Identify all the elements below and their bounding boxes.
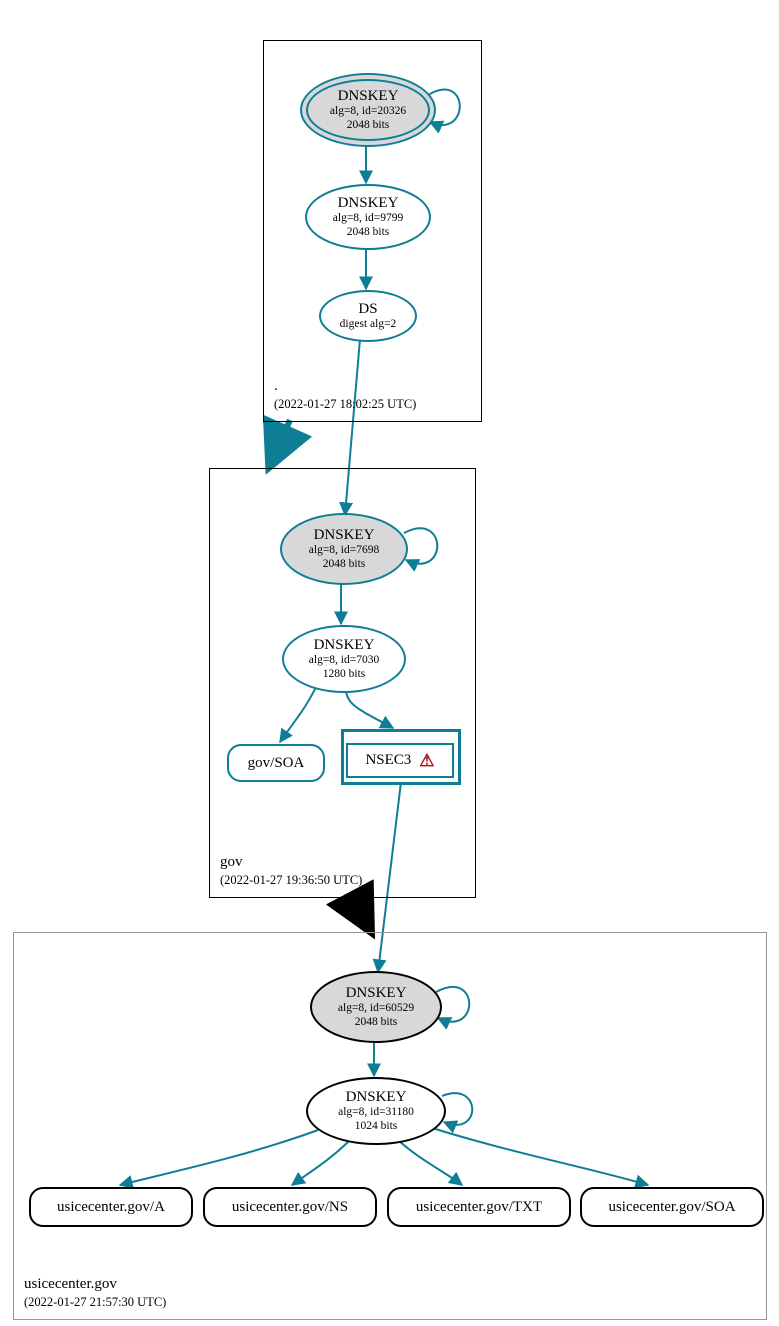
root-ds: DS digest alg=2 bbox=[319, 290, 417, 342]
node-sub: 1280 bits bbox=[323, 668, 366, 681]
leaf-ksk-dnskey: DNSKEY alg=8, id=60529 2048 bits bbox=[310, 971, 442, 1043]
node-title: DNSKEY bbox=[338, 88, 399, 105]
node-title: DNSKEY bbox=[346, 1089, 407, 1106]
dnssec-diagram: . (2022-01-27 18:02:25 UTC) DNSKEY alg=8… bbox=[0, 0, 779, 1326]
zone-root-label: . (2022-01-27 18:02:25 UTC) bbox=[274, 376, 416, 413]
rr-label: usicecenter.gov/NS bbox=[232, 1199, 348, 1216]
zone-root-timestamp: (2022-01-27 18:02:25 UTC) bbox=[274, 396, 416, 413]
nsec3-label: NSEC3 bbox=[365, 752, 411, 769]
node-sub: alg=8, id=7698 bbox=[309, 544, 379, 557]
zone-gov-label: gov (2022-01-27 19:36:50 UTC) bbox=[220, 852, 362, 889]
gov-soa-rr: gov/SOA bbox=[227, 744, 325, 782]
node-title: DNSKEY bbox=[314, 527, 375, 544]
rr-label: usicecenter.gov/A bbox=[57, 1199, 165, 1216]
warning-icon: ⚠ bbox=[419, 751, 434, 771]
gov-zsk-dnskey: DNSKEY alg=8, id=7030 1280 bits bbox=[282, 625, 406, 693]
leaf-ns-rr: usicecenter.gov/NS bbox=[203, 1187, 377, 1227]
node-sub: alg=8, id=31180 bbox=[338, 1106, 414, 1119]
node-title: DNSKEY bbox=[314, 637, 375, 654]
node-sub: 2048 bits bbox=[323, 558, 366, 571]
rr-label: usicecenter.gov/SOA bbox=[608, 1199, 735, 1216]
rr-label: usicecenter.gov/TXT bbox=[416, 1199, 542, 1216]
leaf-a-rr: usicecenter.gov/A bbox=[29, 1187, 193, 1227]
zone-gov-name: gov bbox=[220, 852, 362, 872]
leaf-soa-rr: usicecenter.gov/SOA bbox=[580, 1187, 764, 1227]
zone-leaf-label: usicecenter.gov (2022-01-27 21:57:30 UTC… bbox=[24, 1274, 166, 1311]
gov-nsec3: NSEC3 ⚠ bbox=[341, 729, 461, 785]
nsec3-inner: NSEC3 ⚠ bbox=[346, 743, 454, 778]
node-title: DS bbox=[358, 301, 377, 318]
zone-leaf-name: usicecenter.gov bbox=[24, 1274, 166, 1294]
rr-label: gov/SOA bbox=[248, 755, 305, 772]
leaf-txt-rr: usicecenter.gov/TXT bbox=[387, 1187, 571, 1227]
node-sub: alg=8, id=9799 bbox=[333, 212, 403, 225]
root-ksk-dnskey: DNSKEY alg=8, id=20326 2048 bits bbox=[300, 73, 436, 147]
node-title: DNSKEY bbox=[346, 985, 407, 1002]
gov-ksk-dnskey: DNSKEY alg=8, id=7698 2048 bits bbox=[280, 513, 408, 585]
node-title: DNSKEY bbox=[338, 195, 399, 212]
zone-leaf-timestamp: (2022-01-27 21:57:30 UTC) bbox=[24, 1294, 166, 1311]
node-sub: 1024 bits bbox=[355, 1120, 398, 1133]
root-zsk-dnskey: DNSKEY alg=8, id=9799 2048 bits bbox=[305, 184, 431, 250]
node-sub: alg=8, id=60529 bbox=[338, 1002, 414, 1015]
node-sub: alg=8, id=7030 bbox=[309, 654, 379, 667]
zone-root-name: . bbox=[274, 376, 416, 396]
node-sub: digest alg=2 bbox=[340, 318, 397, 331]
node-sub: 2048 bits bbox=[347, 119, 390, 132]
node-sub: 2048 bits bbox=[355, 1016, 398, 1029]
node-sub: alg=8, id=20326 bbox=[330, 105, 406, 118]
node-sub: 2048 bits bbox=[347, 226, 390, 239]
leaf-zsk-dnskey: DNSKEY alg=8, id=31180 1024 bits bbox=[306, 1077, 446, 1145]
zone-gov-timestamp: (2022-01-27 19:36:50 UTC) bbox=[220, 872, 362, 889]
